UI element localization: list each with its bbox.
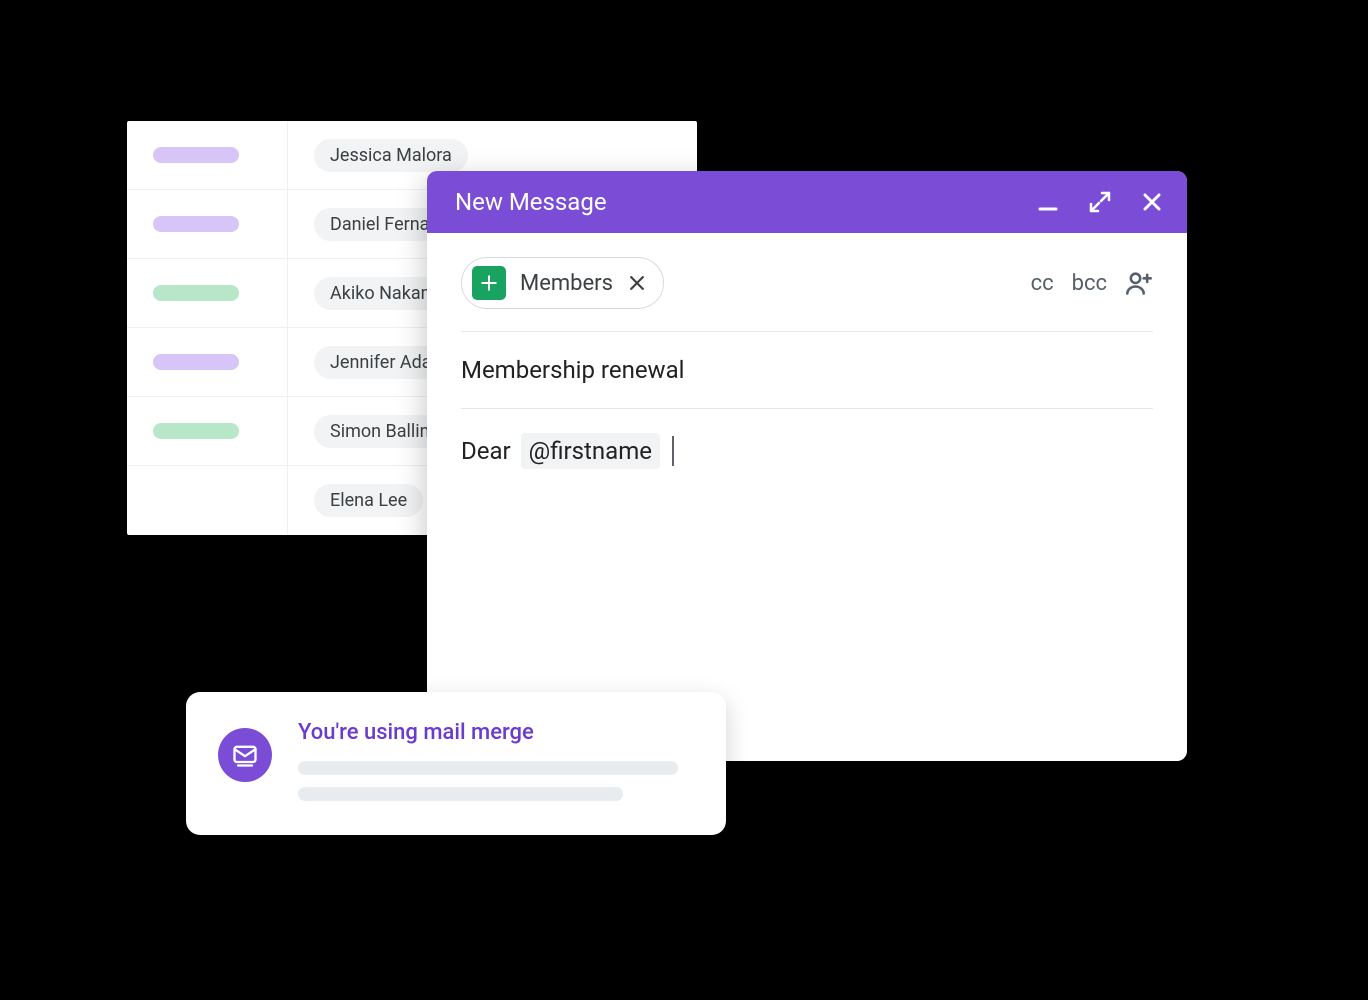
sheets-icon — [472, 266, 506, 300]
mail-merge-icon — [218, 728, 272, 782]
notification-title: You're using mail merge — [298, 720, 694, 745]
name-chip[interactable]: Jessica Malora — [314, 139, 468, 172]
recipient-chip[interactable]: Members — [461, 257, 664, 309]
tag-pill — [153, 423, 239, 439]
recipients-row[interactable]: Members cc bcc — [461, 257, 1153, 332]
tag-pill — [153, 354, 239, 370]
notification-text-placeholder — [298, 787, 623, 801]
expand-icon[interactable] — [1087, 189, 1113, 215]
tag-pill — [153, 147, 239, 163]
remove-recipient-icon[interactable] — [627, 273, 647, 293]
bcc-button[interactable]: bcc — [1072, 271, 1107, 296]
subject-field[interactable]: Membership renewal — [461, 332, 1153, 409]
message-body[interactable]: Dear @firstname — [461, 409, 1153, 493]
tag-pill — [153, 216, 239, 232]
compose-body: Members cc bcc — [427, 233, 1187, 761]
compose-window: New Message — [427, 171, 1187, 761]
mail-merge-notification: You're using mail merge — [186, 692, 726, 835]
name-chip[interactable]: Elena Lee — [314, 484, 423, 517]
notification-text-placeholder — [298, 761, 678, 775]
tag-cell — [127, 328, 288, 396]
add-person-icon[interactable] — [1125, 269, 1153, 297]
recipient-chip-label: Members — [520, 271, 613, 296]
text-cursor — [672, 436, 674, 466]
tag-pill — [153, 285, 239, 301]
compose-title: New Message — [455, 188, 1035, 216]
merge-token[interactable]: @firstname — [521, 433, 660, 469]
tag-cell — [127, 397, 288, 465]
tag-cell — [127, 190, 288, 258]
compose-header: New Message — [427, 171, 1187, 233]
close-icon[interactable] — [1139, 189, 1165, 215]
cc-button[interactable]: cc — [1031, 271, 1054, 296]
tag-cell — [127, 259, 288, 327]
tag-cell — [127, 121, 288, 189]
body-text: Dear — [461, 437, 511, 465]
tag-cell — [127, 466, 288, 535]
minimize-icon[interactable] — [1035, 189, 1061, 215]
